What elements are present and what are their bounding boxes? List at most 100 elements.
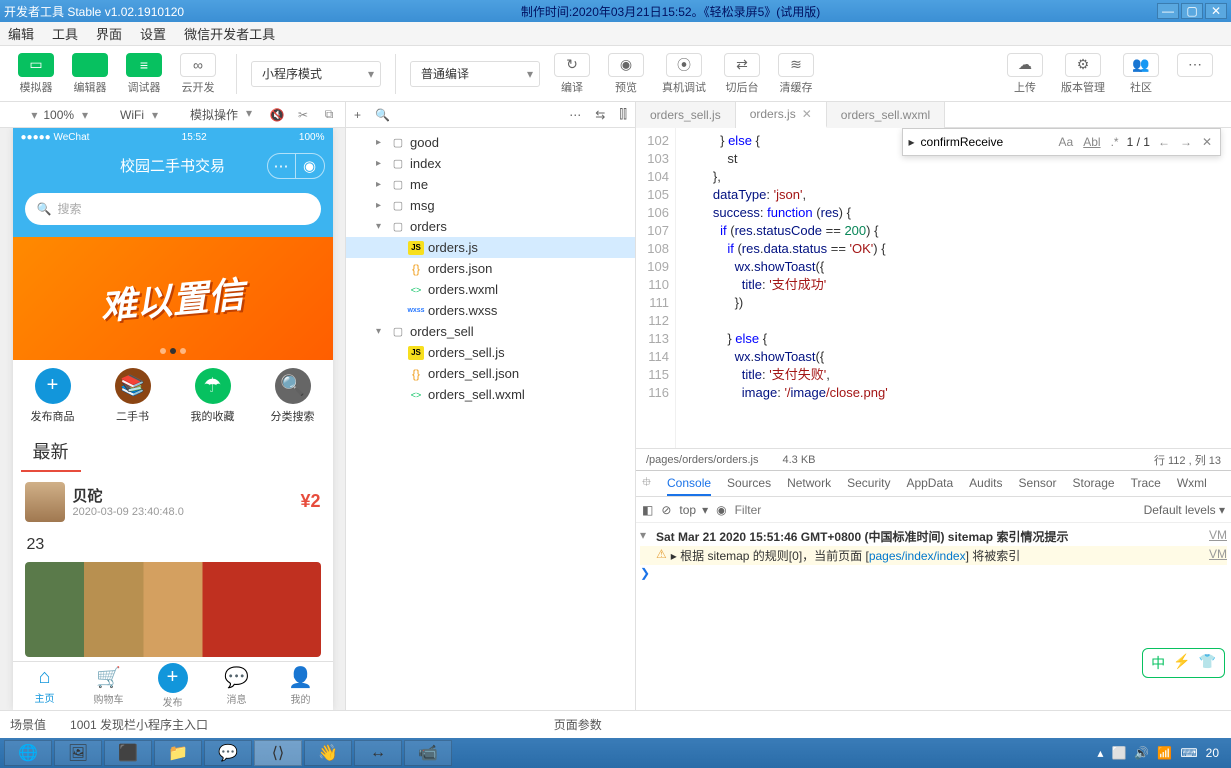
popout-icon[interactable]: ⧉ bbox=[319, 105, 339, 125]
menu-edit[interactable]: 编辑 bbox=[8, 24, 34, 43]
console-output[interactable]: ▾ Sat Mar 21 2020 15:51:46 GMT+0800 (中国标… bbox=[636, 523, 1231, 710]
devtools-tab-audits[interactable]: Audits bbox=[969, 472, 1002, 496]
tree-orders[interactable]: ▾▢orders bbox=[346, 216, 635, 237]
devtools-tab-sources[interactable]: Sources bbox=[727, 472, 771, 496]
new-file-icon[interactable]: + bbox=[354, 108, 361, 122]
mock-dropdown[interactable]: 模拟操作 bbox=[190, 106, 252, 123]
tree-orders.json[interactable]: {}orders.json bbox=[346, 258, 635, 279]
devtools-tab-security[interactable]: Security bbox=[847, 472, 890, 496]
scene-value[interactable]: 1001 发现栏小程序主入口 bbox=[70, 716, 208, 733]
tab-close-icon[interactable]: ✕ bbox=[802, 107, 812, 121]
find-expand-icon[interactable]: ▸ bbox=[909, 135, 915, 149]
tree-me[interactable]: ▸▢me bbox=[346, 174, 635, 195]
taskbar-devtools[interactable]: ⟨⟩ bbox=[254, 740, 302, 766]
menu-interface[interactable]: 界面 bbox=[96, 24, 122, 43]
float-shirt-icon[interactable]: 👕 bbox=[1199, 653, 1216, 673]
mode-dropdown[interactable]: 小程序模式 bbox=[251, 61, 381, 87]
console-filter-input[interactable] bbox=[735, 503, 915, 517]
search-input[interactable]: 🔍 搜索 bbox=[25, 193, 321, 225]
context-dropdown[interactable]: top bbox=[679, 503, 708, 517]
compile-dropdown[interactable]: 普通编译 bbox=[410, 61, 540, 87]
tree-orders.js[interactable]: JSorders.js bbox=[346, 237, 635, 258]
tray-clock[interactable]: 20 bbox=[1206, 746, 1219, 760]
split-icon[interactable]: ⫿⫿ bbox=[619, 107, 627, 122]
minimize-button[interactable]: — bbox=[1157, 3, 1179, 19]
find-prev-icon[interactable]: ← bbox=[1156, 135, 1172, 149]
devtools-tab-sensor[interactable]: Sensor bbox=[1019, 472, 1057, 496]
list-item[interactable]: 贝砣 2020-03-09 23:40:48.0 ¥2 bbox=[13, 472, 333, 532]
toolbar-清缓存[interactable]: ≋清缓存 bbox=[772, 51, 820, 97]
tree-good[interactable]: ▸▢good bbox=[346, 132, 635, 153]
tray-volume-icon[interactable]: 🔊 bbox=[1134, 746, 1149, 760]
toolbar-[interactable]: ⋯ bbox=[1171, 51, 1219, 97]
tree-orders_sell.wxml[interactable]: <>orders_sell.wxml bbox=[346, 384, 635, 405]
taskbar-chrome[interactable]: 🌐 bbox=[4, 740, 52, 766]
zoom-dropdown[interactable]: 100% bbox=[43, 108, 88, 122]
taskbar-wechat[interactable]: 💬 bbox=[204, 740, 252, 766]
taskbar-recorder[interactable]: 📹 bbox=[404, 740, 452, 766]
tree-orders_sell[interactable]: ▾▢orders_sell bbox=[346, 321, 635, 342]
more-icon[interactable]: ⋯ bbox=[569, 108, 581, 122]
whole-word-icon[interactable]: Abl bbox=[1081, 135, 1102, 149]
tree-orders.wxss[interactable]: wxssorders.wxss bbox=[346, 300, 635, 321]
float-lightning-icon[interactable]: ⚡ bbox=[1173, 653, 1190, 673]
toolbar-模拟器[interactable]: ▭模拟器 bbox=[12, 51, 60, 97]
find-input[interactable] bbox=[921, 135, 1051, 149]
menu-settings[interactable]: 设置 bbox=[140, 24, 166, 43]
collapse-icon[interactable]: ⇆ bbox=[595, 108, 605, 122]
tab-主页[interactable]: ⌂主页 bbox=[13, 662, 77, 710]
page-params-label[interactable]: 页面参数 bbox=[554, 716, 602, 733]
toolbar-调试器[interactable]: ≡调试器 bbox=[120, 51, 168, 97]
taskbar-app2[interactable]: 👋 bbox=[304, 740, 352, 766]
menu-wechat-devtools[interactable]: 微信开发者工具 bbox=[184, 24, 275, 43]
sidebar-toggle-icon[interactable]: ◧ bbox=[642, 503, 653, 517]
toolbar-编译[interactable]: ↻编译 bbox=[548, 51, 596, 97]
editor-tab-orders_sell.wxml[interactable]: orders_sell.wxml bbox=[827, 102, 945, 128]
close-button[interactable]: ✕ bbox=[1205, 3, 1227, 19]
tab-发布[interactable]: +发布 bbox=[141, 662, 205, 710]
grid-二手书[interactable]: 📚二手书 bbox=[93, 368, 173, 424]
match-case-icon[interactable]: Aa bbox=[1057, 135, 1076, 149]
toolbar-真机调试[interactable]: ⦿真机调试 bbox=[656, 51, 712, 97]
tree-orders_sell.js[interactable]: JSorders_sell.js bbox=[346, 342, 635, 363]
network-dropdown[interactable]: WiFi bbox=[120, 108, 158, 122]
tray-ime-icon[interactable]: ⌨ bbox=[1180, 746, 1197, 760]
tree-index[interactable]: ▸▢index bbox=[346, 153, 635, 174]
capsule-menu-icon[interactable]: ⋯ bbox=[268, 154, 296, 178]
devtools-tab-trace[interactable]: Trace bbox=[1131, 472, 1161, 496]
grid-发布商品[interactable]: +发布商品 bbox=[13, 368, 93, 424]
float-ime[interactable]: 中 bbox=[1151, 653, 1165, 673]
device-dropdown[interactable] bbox=[6, 108, 37, 122]
taskbar-idea[interactable]: ⬛ bbox=[104, 740, 152, 766]
tray-up-icon[interactable]: ▴ bbox=[1097, 746, 1103, 760]
toolbar-版本管理[interactable]: ⚙版本管理 bbox=[1055, 51, 1111, 97]
tab-消息[interactable]: 💬消息 bbox=[205, 662, 269, 710]
tray-wifi-icon[interactable]: 📶 bbox=[1157, 746, 1172, 760]
cut-icon[interactable]: ✂ bbox=[293, 105, 313, 125]
source-link[interactable]: VM bbox=[1209, 528, 1227, 545]
devtools-tab-appdata[interactable]: AppData bbox=[906, 472, 953, 496]
system-tray[interactable]: ▴ ⬜ 🔊 📶 ⌨ 20 bbox=[1089, 746, 1227, 760]
toolbar-预览[interactable]: ◉预览 bbox=[602, 51, 650, 97]
toolbar-上传[interactable]: ☁上传 bbox=[1001, 51, 1049, 97]
devtools-tab-network[interactable]: Network bbox=[787, 472, 831, 496]
grid-分类搜索[interactable]: 🔍分类搜索 bbox=[253, 368, 333, 424]
toolbar-编辑器[interactable]: 编辑器 bbox=[66, 51, 114, 97]
find-next-icon[interactable]: → bbox=[1178, 135, 1194, 149]
editor-tab-orders.js[interactable]: orders.js✕ bbox=[736, 102, 827, 128]
live-expr-icon[interactable]: ◉ bbox=[716, 503, 726, 517]
devtools-tab-console[interactable]: Console bbox=[667, 472, 711, 496]
source-link[interactable]: VM bbox=[1209, 547, 1227, 564]
tree-orders.wxml[interactable]: <>orders.wxml bbox=[346, 279, 635, 300]
menu-tools[interactable]: 工具 bbox=[52, 24, 78, 43]
maximize-button[interactable]: ▢ bbox=[1181, 3, 1203, 19]
tree-orders_sell.json[interactable]: {}orders_sell.json bbox=[346, 363, 635, 384]
item-image[interactable] bbox=[25, 562, 321, 657]
regex-icon[interactable]: .* bbox=[1109, 135, 1121, 149]
editor-tab-orders_sell.js[interactable]: orders_sell.js bbox=[636, 102, 736, 128]
tree-msg[interactable]: ▸▢msg bbox=[346, 195, 635, 216]
mute-icon[interactable]: 🔇 bbox=[267, 105, 287, 125]
toolbar-云开发[interactable]: ∞云开发 bbox=[174, 51, 222, 97]
tray-action-icon[interactable]: ⬜ bbox=[1111, 746, 1126, 760]
banner[interactable]: 难以置信 bbox=[13, 237, 333, 360]
